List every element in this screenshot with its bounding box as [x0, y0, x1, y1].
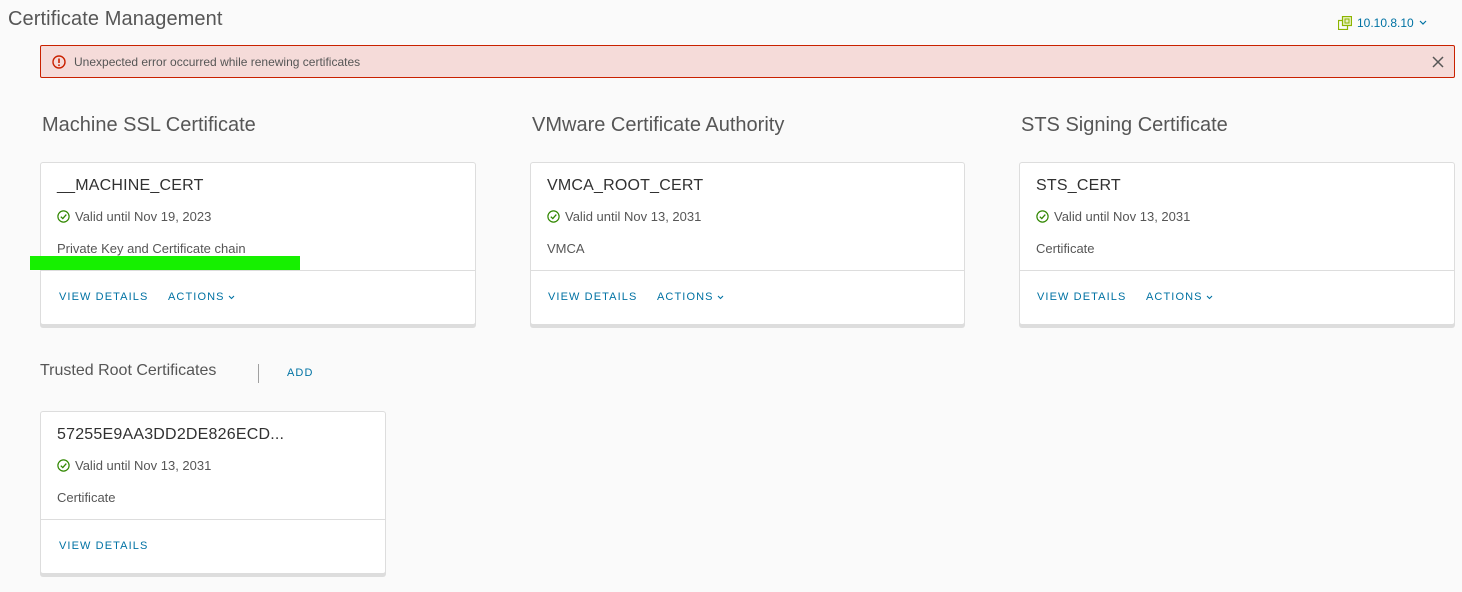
- certificate-name: VMCA_ROOT_CERT: [547, 177, 704, 194]
- view-details-button[interactable]: VIEW DETAILS: [548, 291, 637, 303]
- chevron-down-icon: [1419, 20, 1427, 25]
- check-circle-icon: [1036, 210, 1049, 223]
- card-footer: VIEW DETAILS: [41, 520, 385, 574]
- vmca-section-title: VMware Certificate Authority: [532, 114, 785, 136]
- status-text: Valid until Nov 13, 2031: [75, 458, 212, 473]
- certificate-status: Valid until Nov 13, 2031: [547, 209, 701, 224]
- certificate-status: Valid until Nov 13, 2031: [1036, 209, 1190, 224]
- vmca-card: VMCA_ROOT_CERT Valid until Nov 13, 2031 …: [530, 162, 965, 325]
- certificate-type: Private Key and Certificate chain: [57, 241, 246, 256]
- check-circle-icon: [547, 210, 560, 223]
- card-block: STS_CERT Valid until Nov 13, 2031 Certif…: [1020, 163, 1454, 271]
- add-trusted-root-button[interactable]: ADD: [287, 367, 314, 379]
- view-details-button[interactable]: VIEW DETAILS: [59, 540, 148, 552]
- certificate-type: VMCA: [547, 241, 585, 256]
- check-circle-icon: [57, 459, 70, 472]
- actions-label: ACTIONS: [1146, 291, 1203, 303]
- view-details-button[interactable]: VIEW DETAILS: [59, 291, 148, 303]
- machine-ssl-section-title: Machine SSL Certificate: [42, 114, 256, 136]
- error-icon: [52, 54, 66, 69]
- card-footer: VIEW DETAILS ACTIONS: [531, 271, 964, 325]
- chevron-down-icon: [228, 295, 234, 299]
- redaction-marker: [30, 256, 300, 270]
- certificate-name: STS_CERT: [1036, 177, 1121, 194]
- actions-dropdown[interactable]: ACTIONS: [657, 291, 724, 303]
- host-selector[interactable]: 10.10.8.10: [1338, 16, 1427, 30]
- vcenter-host-icon: [1338, 16, 1352, 30]
- certificate-type: Certificate: [57, 490, 116, 505]
- host-label: 10.10.8.10: [1357, 16, 1414, 30]
- certificate-name: __MACHINE_CERT: [57, 177, 204, 194]
- check-circle-icon: [57, 210, 70, 223]
- trusted-root-card: 57255E9AA3DD2DE826ECD... Valid until Nov…: [40, 411, 386, 574]
- trusted-root-section-title: Trusted Root Certificates: [40, 362, 217, 379]
- status-text: Valid until Nov 13, 2031: [1054, 209, 1191, 224]
- card-block: __MACHINE_CERT Valid until Nov 19, 2023 …: [41, 163, 475, 271]
- close-icon[interactable]: [1430, 54, 1446, 70]
- card-footer: VIEW DETAILS ACTIONS: [1020, 271, 1454, 325]
- actions-dropdown[interactable]: ACTIONS: [168, 291, 235, 303]
- sts-section-title: STS Signing Certificate: [1021, 114, 1228, 136]
- page-title: Certificate Management: [8, 8, 223, 30]
- header-divider: [258, 364, 259, 383]
- actions-dropdown[interactable]: ACTIONS: [1146, 291, 1213, 303]
- view-details-button[interactable]: VIEW DETAILS: [1037, 291, 1126, 303]
- chevron-down-icon: [1206, 295, 1212, 299]
- card-block: 57255E9AA3DD2DE826ECD... Valid until Nov…: [41, 412, 385, 520]
- chevron-down-icon: [717, 295, 723, 299]
- error-alert: Unexpected error occurred while renewing…: [40, 45, 1455, 78]
- actions-label: ACTIONS: [168, 291, 225, 303]
- certificate-status: Valid until Nov 13, 2031: [57, 458, 211, 473]
- certificate-name: 57255E9AA3DD2DE826ECD...: [57, 426, 285, 443]
- sts-card: STS_CERT Valid until Nov 13, 2031 Certif…: [1019, 162, 1455, 325]
- card-footer: VIEW DETAILS ACTIONS: [41, 271, 475, 325]
- alert-message: Unexpected error occurred while renewing…: [74, 54, 361, 69]
- certificate-type: Certificate: [1036, 241, 1095, 256]
- card-block: VMCA_ROOT_CERT Valid until Nov 13, 2031 …: [531, 163, 964, 271]
- machine-ssl-card: __MACHINE_CERT Valid until Nov 19, 2023 …: [40, 162, 476, 325]
- status-text: Valid until Nov 19, 2023: [75, 209, 212, 224]
- status-text: Valid until Nov 13, 2031: [565, 209, 702, 224]
- actions-label: ACTIONS: [657, 291, 714, 303]
- certificate-status: Valid until Nov 19, 2023: [57, 209, 211, 224]
